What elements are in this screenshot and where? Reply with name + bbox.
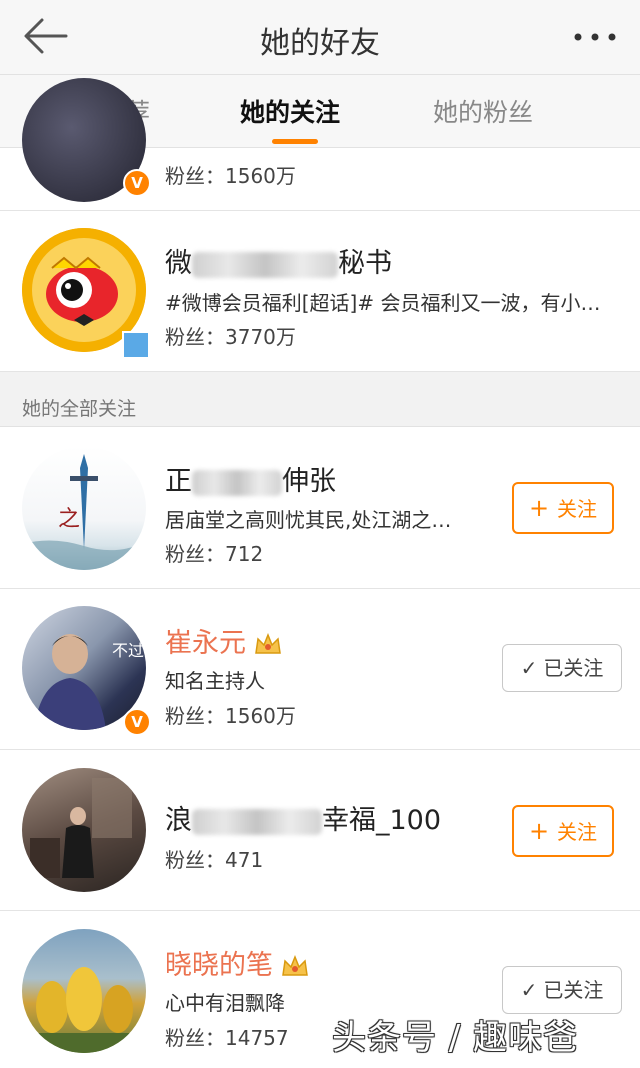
fans-count: 粉丝：471 <box>165 848 264 872</box>
list-item[interactable]: 微秘书 #微博会员福利[超话]# 会员福利又一波，有小… 粉丝：3770万 <box>0 211 640 372</box>
blurred-text <box>192 251 338 278</box>
user-description: 心中有泪飘降 <box>165 991 285 1015</box>
verified-badge-icon: V <box>123 708 151 736</box>
top-bar: 她的好友 <box>0 0 640 75</box>
crown-vip-icon <box>255 632 281 654</box>
avatar: 之 <box>22 446 146 570</box>
avatar <box>22 929 146 1053</box>
svg-text:之: 之 <box>58 507 80 532</box>
verified-badge-icon: V <box>123 169 151 197</box>
fans-count: 粉丝：712 <box>165 542 264 566</box>
user-description: 知名主持人 <box>165 669 265 693</box>
blurred-badge-icon <box>122 331 150 359</box>
photo-image <box>30 778 132 878</box>
avatar-text: 不过如此 <box>112 641 146 660</box>
watermark-text: 头条号 / 趣味爸 <box>332 1018 579 1058</box>
more-icon[interactable] <box>574 33 616 41</box>
tab-her-following[interactable]: 她的关注 <box>240 93 340 129</box>
list-item[interactable]: V 粉丝：1560万 <box>0 78 640 211</box>
check-icon: ✓ <box>520 656 538 680</box>
list-item[interactable]: 之 正伸张 居庙堂之高则忧其民,处江湖之… 粉丝：712 + 关注 <box>0 427 640 589</box>
user-description: #微博会员福利[超话]# 会员福利又一波，有小… <box>165 291 601 315</box>
user-description: 居庙堂之高则忧其民,处江湖之… <box>165 508 452 532</box>
list-item[interactable]: 不过如此 V 崔永元 知名主持人 粉丝：1560万 ✓已关注 <box>0 589 640 750</box>
check-icon: ✓ <box>520 978 538 1002</box>
followed-button[interactable]: ✓ 已关注 <box>502 644 622 692</box>
section-header: 她的全部关注 <box>0 372 640 427</box>
active-tab-indicator <box>272 139 318 144</box>
fans-count: 粉丝：1560万 <box>165 704 296 728</box>
user-name: 正伸张 <box>165 466 336 497</box>
followed-button[interactable]: ✓ 已关注 <box>502 966 622 1014</box>
blurred-text <box>192 469 282 496</box>
fans-count: 粉丝：14757 <box>165 1026 289 1050</box>
avatar <box>22 768 146 892</box>
user-name: 浪幸福_100 <box>165 805 442 836</box>
blurred-text <box>192 808 322 835</box>
user-name: 晓晓的笔 <box>165 943 309 982</box>
user-name: 崔永元 <box>165 621 282 660</box>
page-title: 她的好友 <box>260 26 380 61</box>
follow-button[interactable]: + 关注 <box>512 482 614 534</box>
tab-her-fans[interactable]: 她的粉丝 <box>433 93 533 129</box>
autumn-trees-image <box>22 967 146 1053</box>
sword-logo-icon: 之 <box>22 454 146 570</box>
fans-count: 粉丝：1560万 <box>165 164 296 188</box>
list-item[interactable]: 浪幸福_100 粉丝：471 + 关注 <box>0 750 640 911</box>
plus-icon: + <box>528 817 550 845</box>
follow-button[interactable]: + 关注 <box>512 805 614 857</box>
user-name: 微秘书 <box>165 248 392 279</box>
fans-count: 粉丝：3770万 <box>165 325 296 349</box>
crown-vip-icon <box>282 954 308 976</box>
plus-icon: + <box>528 494 550 522</box>
section-title: 她的全部关注 <box>22 398 137 420</box>
